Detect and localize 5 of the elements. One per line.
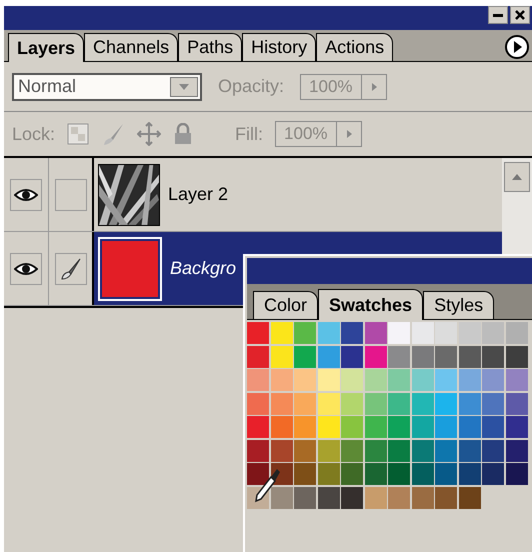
lock-label: Lock: <box>12 122 56 146</box>
layer-name: Backgro <box>170 257 236 280</box>
fill-label: Fill: <box>235 122 264 146</box>
opacity-label: Opacity: <box>218 75 284 98</box>
layer-name: Layer 2 <box>168 183 228 206</box>
